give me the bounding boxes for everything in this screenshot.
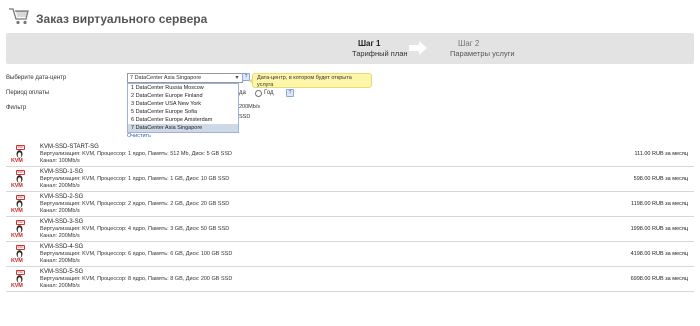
dropdown-option[interactable]: 1 DataCenter Russia Moscow <box>128 84 238 92</box>
clear-filter-link[interactable]: Очистить <box>127 133 151 139</box>
product-name[interactable]: KVM-SSD-START-SG <box>40 144 99 150</box>
kvm-icon: SSD KVM <box>11 220 25 239</box>
product-channel: Канал: 200Mb/s <box>40 183 80 189</box>
period-year-label: Год <box>264 90 274 96</box>
product-name[interactable]: KVM-SSD-5-SG <box>40 269 83 275</box>
period-label: Период оплаты <box>6 90 50 96</box>
filter-label: Фильтр <box>6 105 27 111</box>
product-name[interactable]: KVM-SSD-2-SG <box>40 194 83 200</box>
product-spec: Виртуализация: KVM, Процессор: 6 ядро, П… <box>40 251 233 257</box>
dropdown-option[interactable]: 5 DataCenter Europe Sofia <box>128 108 238 116</box>
step-2-title: Шаг 2 <box>458 39 480 48</box>
period-year-radio[interactable] <box>255 90 262 97</box>
product-channel: Канал: 100Mb/s <box>40 158 80 164</box>
datacenter-tooltip: Дата-центр, в котором будет открыта услу… <box>249 73 372 88</box>
product-name[interactable]: KVM-SSD-1-SG <box>40 169 83 175</box>
period-help-icon[interactable]: ? <box>286 89 294 97</box>
chevron-down-icon: ▾ <box>235 75 239 81</box>
kvm-icon: SSD KVM <box>11 245 25 264</box>
product-spec: Виртуализация: KVM, Процессор: 4 ядро, П… <box>40 226 230 232</box>
product-spec: Виртуализация: KVM, Процессор: 1 ядро, П… <box>40 176 230 182</box>
product-row[interactable]: SSD KVM KVM-SSD-5-SG Виртуализация: KVM,… <box>6 267 694 292</box>
product-price: 598.00 RUB за месяц <box>633 176 688 182</box>
product-spec: Виртуализация: KVM, Процессор: 8 ядро, П… <box>40 276 233 282</box>
product-channel: Канал: 200Mb/s <box>40 258 80 264</box>
product-name[interactable]: KVM-SSD-3-SG <box>40 219 83 225</box>
arrow-right-icon <box>409 41 427 55</box>
datacenter-label: Выберите дата-центр <box>6 75 67 81</box>
product-spec: Виртуализация: KVM, Процессор: 1 ядро, П… <box>40 151 232 157</box>
step-2-subtitle: Параметры услуги <box>450 49 515 58</box>
product-price: 6998.00 RUB за месяц <box>630 276 688 282</box>
dropdown-option[interactable]: 2 DataCenter Europe Finland <box>128 92 238 100</box>
product-row[interactable]: SSD KVM KVM-SSD-1-SG Виртуализация: KVM,… <box>6 167 694 192</box>
datacenter-select-value: 7 DataCenter Asia Singapore <box>130 75 202 81</box>
kvm-icon: SSD KVM <box>11 170 25 189</box>
dropdown-option[interactable]: 3 DataCenter USA New York <box>128 100 238 108</box>
product-list: SSD KVM KVM-SSD-START-SG Виртуализация: … <box>6 142 694 292</box>
product-row[interactable]: SSD KVM KVM-SSD-START-SG Виртуализация: … <box>6 142 694 167</box>
datacenter-dropdown: 1 DataCenter Russia Moscow 2 DataCenter … <box>127 83 239 133</box>
datacenter-select[interactable]: 7 DataCenter Asia Singapore ▾ <box>127 73 243 83</box>
product-channel: Канал: 200Mb/s <box>40 283 80 289</box>
kvm-icon: SSD KVM <box>11 145 25 164</box>
kvm-icon: SSD KVM <box>11 195 25 214</box>
product-channel: Канал: 200Mb/s <box>40 233 80 239</box>
product-spec: Виртуализация: KVM, Процессор: 2 ядро, П… <box>40 201 230 207</box>
filter-speed-partial: 200Mb/s <box>239 104 261 110</box>
product-row[interactable]: SSD KVM KVM-SSD-3-SG Виртуализация: KVM,… <box>6 217 694 242</box>
filter-ssd-partial: SSD <box>239 114 251 120</box>
step-2: Шаг 2 Параметры услуги <box>450 39 552 58</box>
product-price: 1998.00 RUB за месяц <box>630 226 688 232</box>
product-price: 111.00 RUB за месяц <box>634 151 688 157</box>
dropdown-option[interactable]: 6 DataCenter Europe Amsterdam <box>128 116 238 124</box>
product-price: 4198.00 RUB за месяц <box>630 251 688 257</box>
dropdown-option-selected[interactable]: 7 DataCenter Asia Singapore <box>128 124 238 132</box>
product-price: 1198.00 RUB за месяц <box>631 201 688 207</box>
product-row[interactable]: SSD KVM KVM-SSD-2-SG Виртуализация: KVM,… <box>6 192 694 217</box>
product-name[interactable]: KVM-SSD-4-SG <box>40 244 83 250</box>
cart-icon <box>9 8 29 25</box>
product-channel: Канал: 200Mb/s <box>40 208 80 214</box>
period-option-partial: да <box>239 90 246 96</box>
product-row[interactable]: SSD KVM KVM-SSD-4-SG Виртуализация: KVM,… <box>6 242 694 267</box>
kvm-icon: SSD KVM <box>11 270 25 289</box>
page-title: Заказ виртуального сервера <box>36 12 208 26</box>
